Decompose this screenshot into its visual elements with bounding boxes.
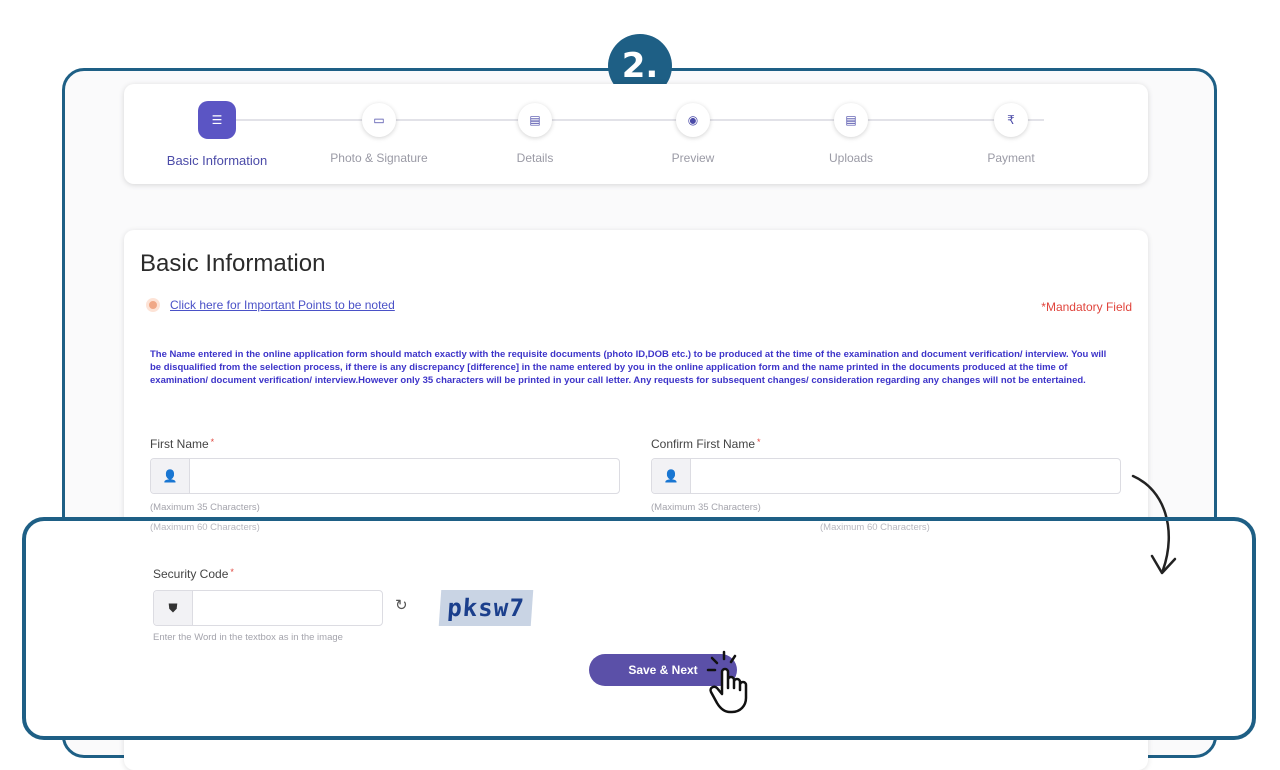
image-icon: ▭: [362, 103, 396, 137]
list-icon: ☰: [198, 101, 236, 139]
step-label: Payment: [987, 151, 1035, 165]
step-photo-signature[interactable]: ▭ Photo & Signature: [304, 103, 454, 165]
info-dot-icon: [146, 298, 160, 312]
progress-stepper: ☰ Basic Information ▭ Photo & Signature …: [124, 84, 1148, 184]
confirm-first-name-hint: (Maximum 35 Characters): [651, 502, 761, 513]
required-star: *: [210, 437, 215, 447]
user-icon: 👤: [151, 459, 190, 493]
name-notice-text: The Name entered in the online applicati…: [150, 349, 1107, 386]
step-label: Basic Information: [166, 153, 268, 168]
required-star: *: [757, 437, 761, 447]
first-name-label: First Name *: [150, 437, 215, 451]
step-label: Photo & Signature: [330, 151, 428, 165]
step-label: Uploads: [828, 151, 874, 165]
important-points-link[interactable]: Click here for Important Points to be no…: [170, 298, 395, 312]
document-icon: ▤: [518, 103, 552, 137]
step-details[interactable]: ▤ Details: [460, 103, 610, 165]
first-name-hint: (Maximum 35 Characters): [150, 502, 260, 513]
step-preview[interactable]: ◉ Preview: [618, 103, 768, 165]
confirm-first-name-label: Confirm First Name *: [651, 437, 761, 451]
annotation-frame-bottom: [22, 517, 1256, 740]
user-icon: 👤: [652, 459, 691, 493]
step-label: Details: [516, 151, 554, 165]
step-basic-information[interactable]: ☰ Basic Information: [142, 101, 292, 168]
step-label: Preview: [671, 151, 715, 165]
eye-icon: ◉: [676, 103, 710, 137]
first-name-field[interactable]: 👤: [150, 458, 620, 494]
mandatory-field-note: *Mandatory Field: [1041, 300, 1132, 314]
step-payment[interactable]: ₹ Payment: [936, 103, 1086, 165]
form-title: Basic Information: [140, 250, 326, 277]
rupee-icon: ₹: [994, 103, 1028, 137]
step-uploads[interactable]: ▤ Uploads: [776, 103, 926, 165]
confirm-first-name-field[interactable]: 👤: [651, 458, 1121, 494]
upload-icon: ▤: [834, 103, 868, 137]
